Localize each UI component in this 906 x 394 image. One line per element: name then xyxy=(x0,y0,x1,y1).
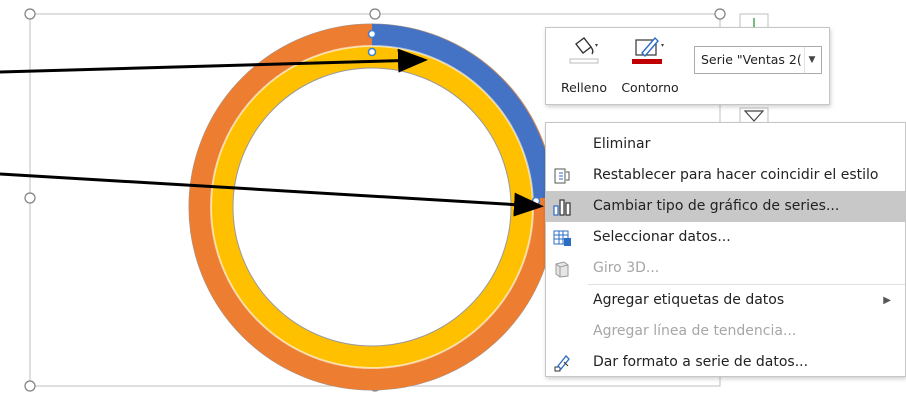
handle-bottom-left[interactable] xyxy=(24,380,36,392)
select-data-icon xyxy=(553,230,571,246)
menu-item-label: Agregar etiquetas de datos xyxy=(593,292,785,308)
selection-point-2[interactable] xyxy=(367,47,377,57)
menu-item-label: Cambiar tipo de gráfico de series... xyxy=(593,198,840,214)
chart-type-icon xyxy=(553,199,571,216)
fill-label: Relleno xyxy=(560,80,608,95)
menu-item-restablecer[interactable]: Restablecer para hacer coincidir el esti… xyxy=(546,160,905,191)
handle-top-center[interactable] xyxy=(369,8,381,20)
fill-button[interactable]: Relleno xyxy=(552,34,616,98)
series-select-value: Serie "Ventas 2( xyxy=(701,52,801,67)
paint-bucket-icon xyxy=(569,37,599,64)
menu-item-label: Restablecer para hacer coincidir el esti… xyxy=(593,167,879,183)
menu-item-label: Giro 3D... xyxy=(593,260,660,276)
context-menu: Eliminar Restablecer para hacer coincidi… xyxy=(545,122,906,377)
menu-item-label: Seleccionar datos... xyxy=(593,229,731,245)
chevron-down-icon[interactable]: ▼ xyxy=(804,47,819,73)
outline-button[interactable]: Contorno xyxy=(618,34,682,98)
menu-item-agregar-etiquetas[interactable]: Agregar etiquetas de datos ▶ xyxy=(546,285,905,316)
mini-toolbar: Relleno Contorno Serie "Ventas 2( ▼ xyxy=(545,27,830,105)
menu-item-dar-formato[interactable]: Dar formato a serie de datos... xyxy=(546,347,905,378)
inner-hole-border xyxy=(232,67,512,347)
menu-item-label: Agregar línea de tendencia... xyxy=(593,323,797,339)
menu-item-giro-3d[interactable]: Giro 3D... xyxy=(546,253,905,284)
handle-top-right[interactable] xyxy=(714,8,726,20)
pen-outline-icon xyxy=(632,36,664,64)
reset-style-icon xyxy=(554,168,570,184)
menu-item-label: Eliminar xyxy=(593,136,651,152)
selection-point-1[interactable] xyxy=(367,29,377,39)
menu-item-seleccionar-datos[interactable]: Seleccionar datos... xyxy=(546,222,905,253)
format-series-icon xyxy=(554,355,570,372)
submenu-arrow-icon: ▶ xyxy=(883,295,891,306)
menu-item-cambiar-tipo[interactable]: Cambiar tipo de gráfico de series... xyxy=(546,191,905,222)
menu-item-agregar-tendencia[interactable]: Agregar línea de tendencia... xyxy=(546,316,905,347)
series-select-dropdown[interactable]: Serie "Ventas 2( ▼ xyxy=(694,46,822,74)
handle-middle-left[interactable] xyxy=(24,192,36,204)
menu-item-label: Dar formato a serie de datos... xyxy=(593,354,809,370)
rotate-3d-icon xyxy=(555,261,569,278)
doughnut-chart xyxy=(188,23,556,391)
handle-top-left[interactable] xyxy=(24,8,36,20)
selection-point-3[interactable] xyxy=(531,196,541,206)
menu-item-eliminar[interactable]: Eliminar xyxy=(546,129,905,160)
outline-label: Contorno xyxy=(621,80,679,95)
